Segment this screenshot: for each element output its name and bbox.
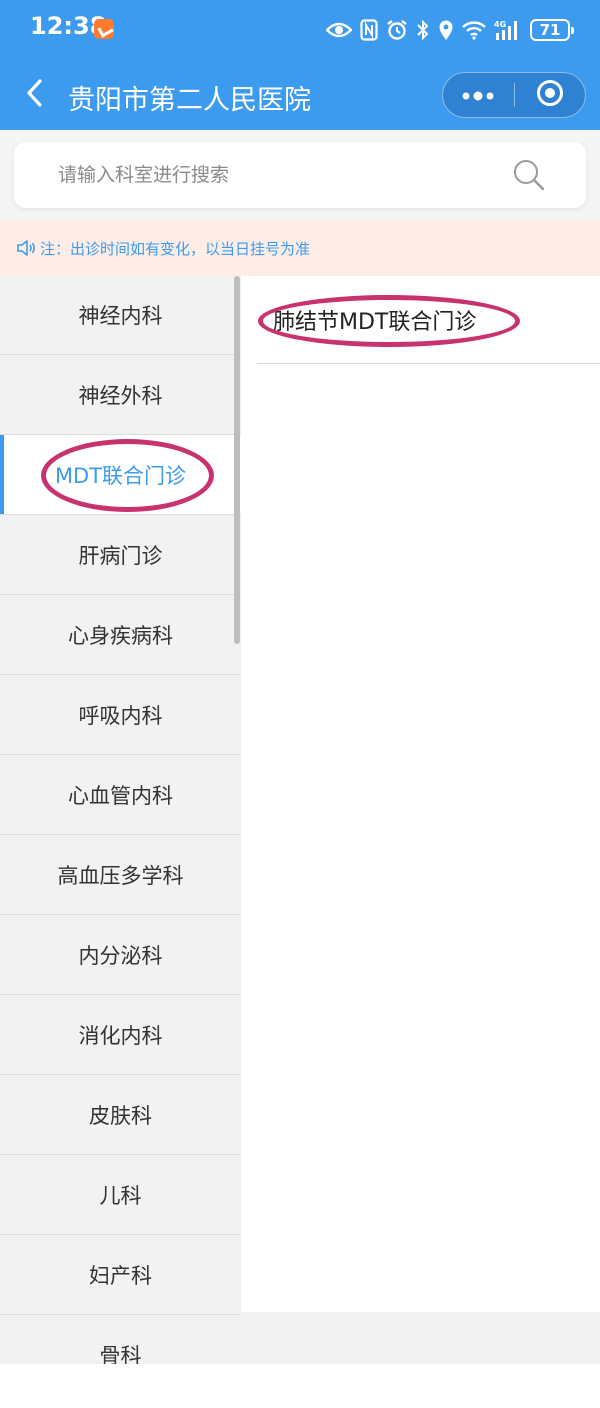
notice-bar: 注：出诊时间如有变化，以当日挂号为准 xyxy=(0,220,600,276)
clinic-list: 肺结节MDT联合门诊 xyxy=(241,276,600,1312)
department-item[interactable]: 骨科 xyxy=(0,1315,241,1365)
eye-icon xyxy=(326,21,352,39)
bluetooth-icon xyxy=(416,19,430,41)
battery-icon: 71 xyxy=(530,19,574,41)
mini-program-capsule xyxy=(442,72,586,118)
department-item[interactable]: 神经内科 xyxy=(0,276,241,355)
more-button[interactable] xyxy=(443,72,514,118)
department-list-scrollbar[interactable] xyxy=(234,276,240,644)
department-item[interactable]: 呼吸内科 xyxy=(0,675,241,755)
department-item[interactable]: 高血压多学科 xyxy=(0,835,241,915)
notice-text: 注：出诊时间如有变化，以当日挂号为准 xyxy=(40,239,311,258)
page-title: 贵阳市第二人民医院 xyxy=(68,85,311,116)
nfc-icon xyxy=(360,19,378,41)
department-item[interactable]: 心身疾病科 xyxy=(0,595,241,675)
department-item[interactable]: 神经外科 xyxy=(0,355,241,435)
search-input[interactable] xyxy=(56,142,496,208)
more-dots-icon xyxy=(462,86,494,105)
status-bar: 12:38 4G 71 xyxy=(0,0,600,60)
search-box[interactable] xyxy=(14,142,586,208)
department-item[interactable]: 妇产科 xyxy=(0,1235,241,1315)
department-item-selected[interactable]: MDT联合门诊 xyxy=(0,435,241,515)
bottom-filler xyxy=(241,1312,600,1364)
status-icons: 4G 71 xyxy=(326,16,574,44)
department-item[interactable]: 皮肤科 xyxy=(0,1075,241,1155)
signal-4g-icon: 4G xyxy=(494,19,522,41)
location-icon xyxy=(438,19,454,41)
search-icon[interactable] xyxy=(512,158,546,192)
back-button[interactable] xyxy=(18,76,50,114)
speaker-icon xyxy=(16,237,38,259)
svg-text:4G: 4G xyxy=(494,20,506,29)
department-item[interactable]: 肝病门诊 xyxy=(0,515,241,595)
app-notification-icon xyxy=(94,19,114,39)
clinic-item[interactable]: 肺结节MDT联合门诊 xyxy=(257,276,600,364)
wifi-icon xyxy=(462,20,486,40)
department-item[interactable]: 消化内科 xyxy=(0,995,241,1075)
app-header: 12:38 4G 71 贵阳市第二人民医院 xyxy=(0,0,600,130)
department-list: 神经内科 神经外科 MDT联合门诊 肝病门诊 心身疾病科 呼吸内科 心血管内科 … xyxy=(0,276,241,1364)
nav-bar: 贵阳市第二人民医院 xyxy=(0,60,600,130)
search-area xyxy=(0,130,600,220)
close-button[interactable] xyxy=(515,72,586,118)
close-circle-icon xyxy=(536,79,564,111)
alarm-icon xyxy=(386,19,408,41)
department-item[interactable]: 内分泌科 xyxy=(0,915,241,995)
chevron-left-icon xyxy=(25,78,43,112)
department-item[interactable]: 儿科 xyxy=(0,1155,241,1235)
department-item[interactable]: 心血管内科 xyxy=(0,755,241,835)
